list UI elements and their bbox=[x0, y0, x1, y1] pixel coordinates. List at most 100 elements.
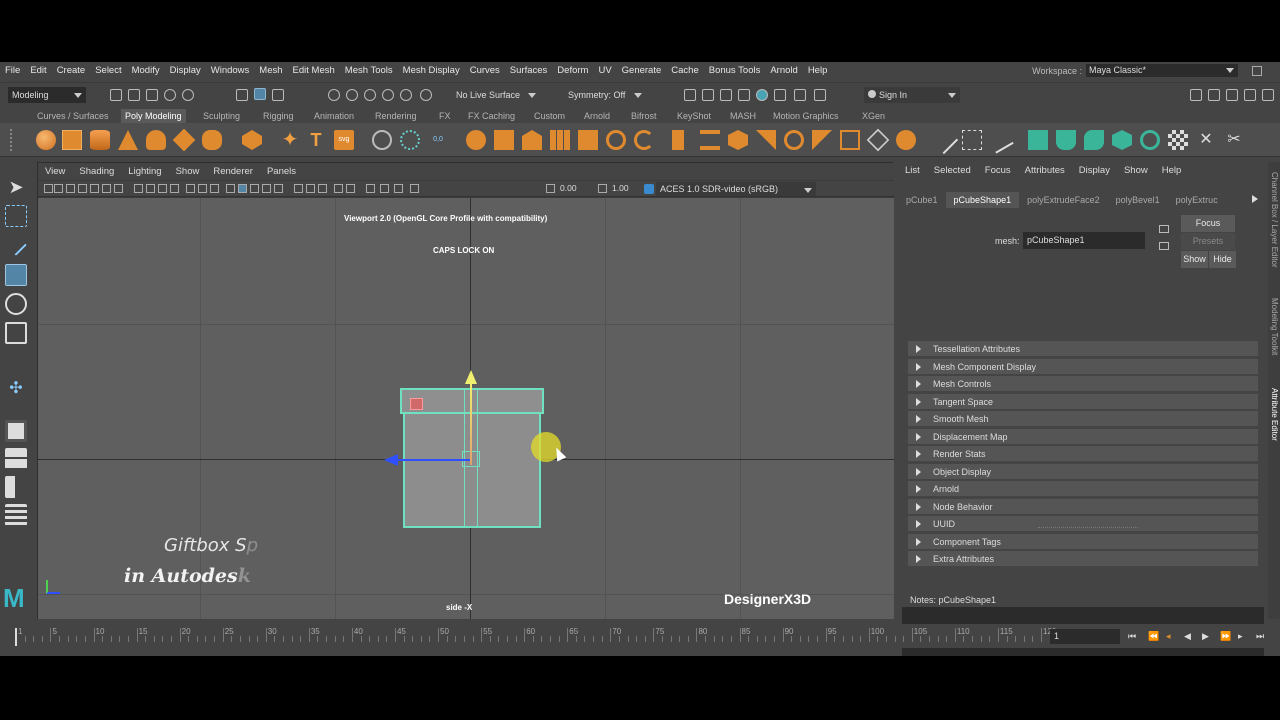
side-tab-attribute-editor[interactable]: Attribute Editor bbox=[1269, 388, 1279, 441]
separate-icon[interactable] bbox=[400, 130, 420, 150]
section-node-behavior[interactable]: Node Behavior bbox=[908, 498, 1258, 515]
tool-settings-toggle-icon[interactable] bbox=[1244, 89, 1256, 101]
go-to-end-icon[interactable]: ⏭ bbox=[1256, 631, 1264, 642]
pause-icon[interactable] bbox=[814, 89, 826, 101]
snap-curve-icon[interactable] bbox=[346, 89, 358, 101]
isolate-select-icon[interactable] bbox=[366, 184, 375, 193]
section-displacement-map[interactable]: Displacement Map bbox=[908, 428, 1258, 445]
ipr-render-icon[interactable] bbox=[720, 89, 732, 101]
section-object-display[interactable]: Object Display bbox=[908, 463, 1258, 480]
menu-arnold[interactable]: Arnold bbox=[765, 65, 802, 76]
move-tool-icon[interactable] bbox=[5, 264, 27, 286]
colorspace-icon[interactable] bbox=[644, 184, 654, 194]
extrude-icon[interactable] bbox=[494, 130, 514, 150]
offset-edge-icon[interactable] bbox=[986, 126, 1014, 154]
manipulator-y-axis[interactable] bbox=[470, 383, 472, 465]
ae-menu-list[interactable]: List bbox=[898, 165, 927, 176]
section-arnold[interactable]: Arnold bbox=[908, 481, 1258, 497]
gate-mask-icon[interactable] bbox=[170, 184, 179, 193]
soft-select-icon[interactable] bbox=[866, 128, 890, 152]
bevel-icon[interactable] bbox=[550, 130, 570, 150]
resolution-gate-icon[interactable] bbox=[158, 184, 167, 193]
field-value-2[interactable]: 1.00 bbox=[612, 183, 642, 195]
poly-sphere-icon[interactable] bbox=[36, 130, 56, 150]
poly-torus-icon[interactable] bbox=[146, 130, 166, 150]
snap-view-plane-icon[interactable] bbox=[382, 89, 394, 101]
transfer-uv-icon[interactable] bbox=[1028, 130, 1048, 150]
lasso-tool-icon[interactable] bbox=[5, 205, 27, 227]
viewport-menu-renderer[interactable]: Renderer bbox=[206, 166, 260, 177]
colorspace-dropdown[interactable]: ACES 1.0 SDR-video (sRGB) bbox=[656, 182, 816, 196]
fill-hole-icon[interactable] bbox=[578, 130, 598, 150]
default-material-icon[interactable] bbox=[250, 184, 259, 193]
menu-edit-mesh[interactable]: Edit Mesh bbox=[288, 65, 340, 76]
type-tool-icon[interactable]: T bbox=[306, 130, 326, 150]
menu-uv[interactable]: UV bbox=[593, 65, 616, 76]
smooth-shade-icon[interactable] bbox=[238, 184, 247, 193]
camera-attributes-icon[interactable] bbox=[66, 184, 75, 193]
unfold-icon[interactable] bbox=[1056, 130, 1076, 150]
textured-icon[interactable] bbox=[262, 184, 271, 193]
conform-icon[interactable] bbox=[840, 130, 860, 150]
current-time-marker[interactable] bbox=[15, 628, 17, 646]
menu-curves[interactable]: Curves bbox=[465, 65, 505, 76]
mesh-name-field[interactable]: pCubeShape1 bbox=[1023, 232, 1145, 249]
shelf-tab-animation[interactable]: Animation bbox=[310, 109, 358, 123]
safe-title-icon[interactable] bbox=[210, 184, 219, 193]
select-camera-icon[interactable] bbox=[44, 184, 53, 193]
menu-cache[interactable]: Cache bbox=[666, 65, 703, 76]
merge-icon[interactable] bbox=[728, 130, 748, 150]
menu-edit[interactable]: Edit bbox=[25, 65, 51, 76]
current-frame-field[interactable]: 1 bbox=[1050, 629, 1120, 644]
single-perspective-layout-icon[interactable] bbox=[5, 420, 27, 442]
insert-edge-loop-icon[interactable] bbox=[962, 130, 982, 150]
manipulator-x-arrow-icon[interactable] bbox=[384, 454, 398, 466]
node-tab-polyextrudeface2[interactable]: polyExtrudeFace2 bbox=[1019, 192, 1108, 208]
snap-projected-icon[interactable] bbox=[420, 89, 432, 101]
ae-menu-display[interactable]: Display bbox=[1072, 165, 1117, 176]
side-by-side-layout-icon[interactable] bbox=[5, 476, 27, 498]
shelf-tab-curves-surfaces[interactable]: Curves / Surfaces bbox=[33, 109, 113, 123]
depth-of-field-icon[interactable] bbox=[346, 184, 355, 193]
xray-icon[interactable] bbox=[380, 184, 389, 193]
go-to-start-icon[interactable]: ⏮ bbox=[1128, 631, 1136, 642]
film-gate-icon[interactable] bbox=[146, 184, 155, 193]
hide-button[interactable]: Hide bbox=[1209, 251, 1236, 268]
edge-loop-icon[interactable] bbox=[929, 125, 959, 155]
snap-point-icon[interactable] bbox=[364, 89, 376, 101]
cut-uv-icon[interactable]: ✂ bbox=[1224, 130, 1244, 150]
svg-tool-icon[interactable]: svg bbox=[334, 130, 354, 150]
select-by-component-icon[interactable] bbox=[272, 89, 284, 101]
anti-alias-icon[interactable] bbox=[334, 184, 343, 193]
arnold-render-icon[interactable] bbox=[774, 89, 786, 101]
shelf-tab-custom[interactable]: Custom bbox=[530, 109, 569, 123]
lights-icon[interactable] bbox=[274, 184, 283, 193]
four-view-layout-icon[interactable] bbox=[5, 448, 27, 470]
show-button[interactable]: Show bbox=[1181, 251, 1208, 268]
manipulator-y-arrow-icon[interactable] bbox=[465, 370, 477, 384]
section-tessellation-attributes[interactable]: Tessellation Attributes bbox=[908, 341, 1258, 357]
render-settings-icon[interactable] bbox=[738, 89, 750, 101]
mirror-icon[interactable] bbox=[672, 130, 684, 150]
target-weld-icon[interactable] bbox=[784, 130, 804, 150]
section-extra-attributes[interactable]: Extra Attributes bbox=[908, 551, 1258, 567]
divider-handle[interactable] bbox=[1038, 527, 1138, 529]
multi-cut-icon[interactable] bbox=[700, 130, 720, 150]
undo-icon[interactable] bbox=[164, 89, 176, 101]
shelf-tab-motion-graphics[interactable]: Motion Graphics bbox=[769, 109, 843, 123]
viewport-menu-view[interactable]: View bbox=[38, 166, 72, 177]
shelf-tab-bifrost[interactable]: Bifrost bbox=[627, 109, 661, 123]
goto-output-icon[interactable] bbox=[1159, 242, 1169, 250]
selected-face-marker[interactable] bbox=[410, 398, 423, 410]
open-scene-icon[interactable] bbox=[128, 89, 140, 101]
shelf-tab-fx-caching[interactable]: FX Caching bbox=[464, 109, 519, 123]
super-shape-icon[interactable]: ✦ bbox=[280, 130, 300, 150]
cylinder-map-icon[interactable] bbox=[1140, 130, 1160, 150]
paint-select-icon[interactable] bbox=[5, 234, 27, 256]
field-chart-icon[interactable] bbox=[186, 184, 195, 193]
poly-disc-icon[interactable] bbox=[202, 130, 222, 150]
menu-modify[interactable]: Modify bbox=[127, 65, 165, 76]
section-mesh-component-display[interactable]: Mesh Component Display bbox=[908, 358, 1258, 375]
side-tab-channel-box[interactable]: Channel Box / Layer Editor bbox=[1269, 172, 1279, 268]
outliner-layout-icon[interactable] bbox=[5, 504, 27, 526]
